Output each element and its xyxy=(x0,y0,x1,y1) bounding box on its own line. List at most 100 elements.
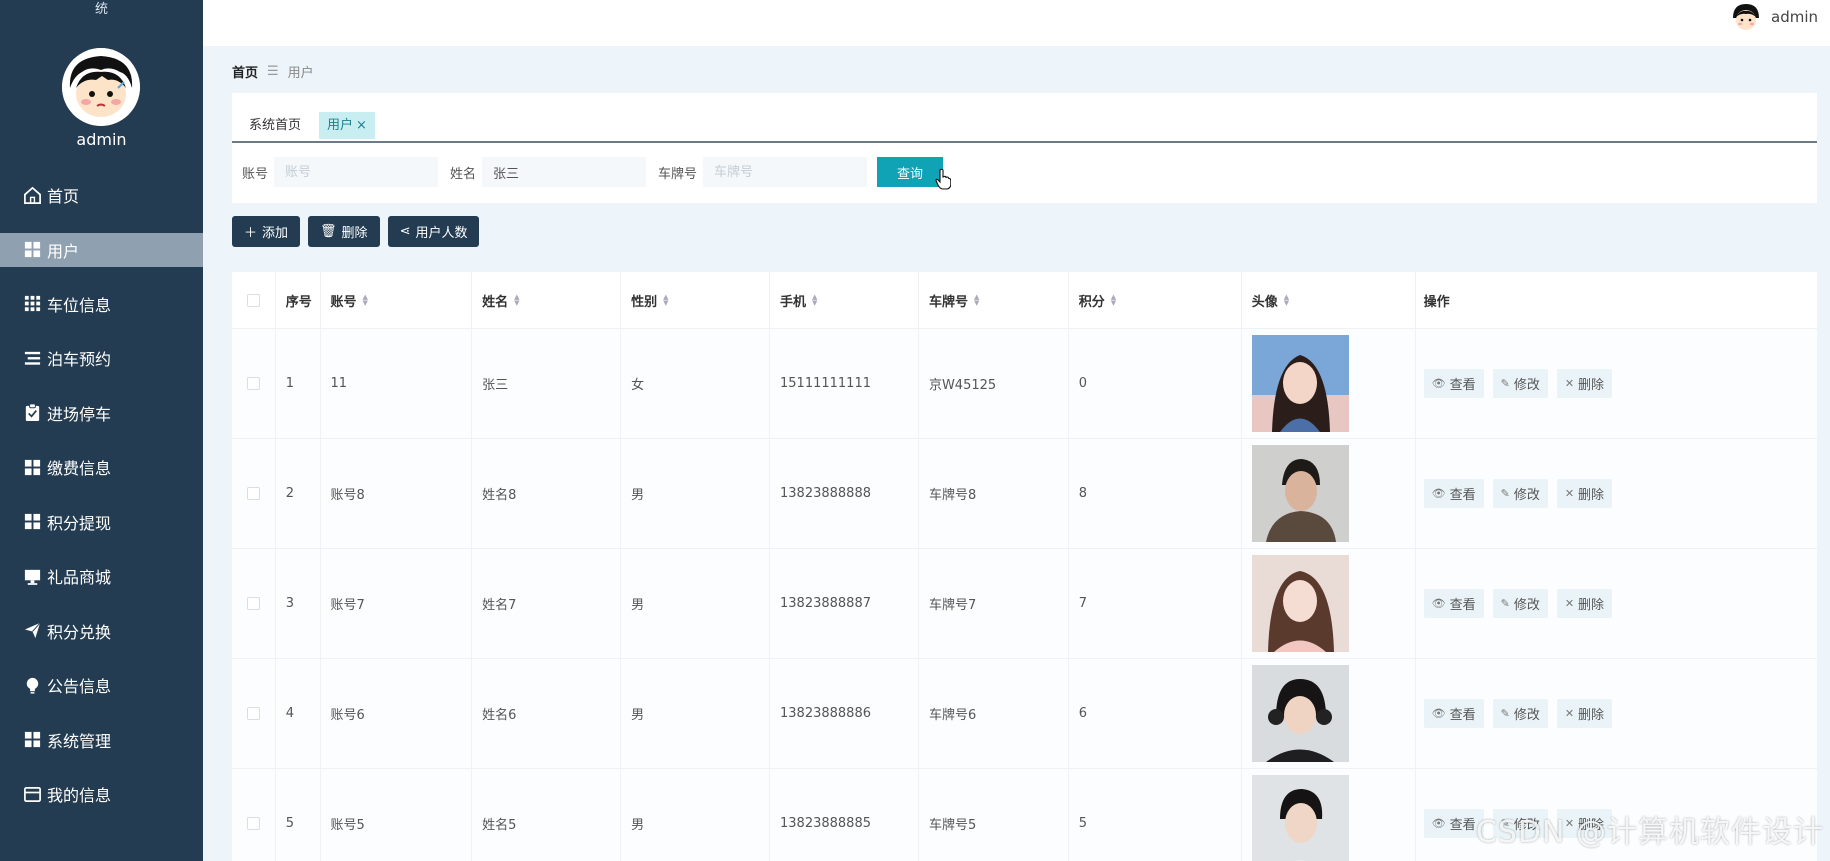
cell-name: 姓名8 xyxy=(472,439,622,548)
sort-icon[interactable]: ▲ ▼ xyxy=(1284,294,1289,307)
breadcrumb: 首页 ☰ 用户 xyxy=(232,62,314,81)
view-button[interactable]: 👁 查看 xyxy=(1423,589,1484,618)
header-account[interactable]: 账号 xyxy=(331,291,357,310)
edit-icon: ✎ xyxy=(1500,377,1510,390)
eye-icon: 👁 xyxy=(1431,707,1446,720)
monitor-icon xyxy=(22,566,42,586)
edit-button[interactable]: ✎ 修改 xyxy=(1492,699,1548,728)
edit-button[interactable]: ✎ 修改 xyxy=(1492,369,1548,398)
edit-label: 修改 xyxy=(1513,708,1540,723)
breadcrumb-current: 用户 xyxy=(287,66,314,81)
cell-index: 4 xyxy=(276,659,321,768)
sort-icon[interactable]: ▲ ▼ xyxy=(514,294,519,307)
sidebar-item-reservations[interactable]: 泊车预约 xyxy=(0,331,203,386)
cell-index: 2 xyxy=(276,439,321,548)
table-row: 1 11 张三 女 15111111111 京W45125 0 👁 查看 ✎ 修改 … xyxy=(232,329,1817,439)
edit-button[interactable]: ✎ 修改 xyxy=(1492,589,1548,618)
cell-name: 姓名6 xyxy=(472,659,622,768)
view-button[interactable]: 👁 查看 xyxy=(1423,809,1484,838)
sidebar-item-entry-parking[interactable]: 进场停车 xyxy=(0,386,203,441)
sidebar-item-parking-spaces[interactable]: 车位信息 xyxy=(0,277,203,332)
tab-users[interactable]: 用户 × xyxy=(319,112,375,139)
header-plate[interactable]: 车牌号 xyxy=(929,291,968,310)
cell-phone: 13823888887 xyxy=(770,549,919,658)
view-button[interactable]: 👁 查看 xyxy=(1423,699,1484,728)
close-icon: ✕ xyxy=(1564,377,1575,390)
sidebar-item-label: 泊车预约 xyxy=(47,350,112,370)
tab-system-home[interactable]: 系统首页 xyxy=(241,112,309,139)
name-label: 姓名 xyxy=(450,166,477,182)
sidebar-item-gift-shop[interactable]: 礼品商城 xyxy=(0,549,203,604)
user-photo[interactable] xyxy=(1251,335,1349,432)
user-photo[interactable] xyxy=(1251,555,1349,652)
delete-label: 删除 xyxy=(1578,488,1605,503)
tab-bar: 系统首页 用户 × xyxy=(232,93,1817,143)
sort-icon[interactable]: ▲ ▼ xyxy=(663,294,668,307)
view-label: 查看 xyxy=(1449,818,1476,833)
select-all-checkbox[interactable] xyxy=(246,293,260,307)
hand-cursor-icon xyxy=(935,168,952,190)
user-count-button[interactable]: ⋖ 用户人数 xyxy=(387,216,480,247)
sidebar-item-home[interactable]: 首页 xyxy=(0,168,203,223)
user-menu[interactable]: admin xyxy=(1731,2,1818,32)
plate-input[interactable] xyxy=(703,157,868,187)
row-checkbox[interactable] xyxy=(246,487,260,500)
sort-icon[interactable]: ▲ ▼ xyxy=(812,294,817,307)
user-photo[interactable] xyxy=(1251,445,1349,542)
add-button[interactable]: ＋ 添加 xyxy=(232,216,301,247)
table-row: 4 账号6 姓名6 男 13823888886 车牌号6 6 👁 查看 ✎ 修改 ✕… xyxy=(232,659,1817,769)
sidebar-item-users[interactable]: 用户 xyxy=(0,232,203,267)
table-row: 3 账号7 姓名7 男 13823888887 车牌号7 7 👁 查看 ✎ 修改 ✕… xyxy=(232,549,1817,659)
search-button[interactable]: 查询 xyxy=(877,157,944,187)
edit-button[interactable]: ✎ 修改 xyxy=(1492,479,1548,508)
cell-phone: 13823888888 xyxy=(770,439,919,548)
account-input[interactable] xyxy=(274,157,439,187)
cell-account: 账号6 xyxy=(321,659,473,768)
row-checkbox[interactable] xyxy=(246,377,260,390)
breadcrumb-home[interactable]: 首页 xyxy=(232,62,258,81)
view-button[interactable]: 👁 查看 xyxy=(1423,369,1484,398)
batch-delete-button[interactable]: 🗑 删除 xyxy=(308,216,380,247)
row-checkbox[interactable] xyxy=(246,597,260,610)
header-gender[interactable]: 性别 xyxy=(631,291,657,310)
delete-button[interactable]: ✕ 删除 xyxy=(1556,699,1613,728)
sidebar-item-points-withdraw[interactable]: 积分提现 xyxy=(0,495,203,550)
sort-icon[interactable]: ▲ ▼ xyxy=(363,294,368,307)
sidebar-menu: 首页 用户 车位信息 泊车预约 进场停车 缴费信息 积分提现 礼品商城 积分兑换… xyxy=(0,168,203,822)
cell-gender: 男 xyxy=(621,549,771,658)
sidebar-item-notices[interactable]: 公告信息 xyxy=(0,658,203,713)
row-checkbox[interactable] xyxy=(246,707,260,720)
sidebar-item-payments[interactable]: 缴费信息 xyxy=(0,440,203,495)
cell-account: 账号7 xyxy=(321,549,473,658)
action-bar: ＋ 添加 🗑 删除 ⋖ 用户人数 xyxy=(232,216,487,247)
name-input[interactable] xyxy=(482,157,647,187)
sidebar-item-label: 缴费信息 xyxy=(47,459,112,479)
header-name[interactable]: 姓名 xyxy=(482,291,508,310)
user-photo[interactable] xyxy=(1251,665,1349,762)
delete-label: 删除 xyxy=(1578,378,1605,393)
avatar xyxy=(1731,2,1761,32)
row-checkbox[interactable] xyxy=(246,817,260,830)
grid-icon xyxy=(22,730,42,750)
user-photo[interactable] xyxy=(1251,775,1349,861)
header-phone[interactable]: 手机 xyxy=(780,291,806,310)
header-avatar[interactable]: 头像 xyxy=(1252,291,1278,310)
cell-points: 5 xyxy=(1069,769,1242,861)
sort-icon[interactable]: ▲ ▼ xyxy=(1111,294,1116,307)
sidebar-item-system-admin[interactable]: 系统管理 xyxy=(0,713,203,768)
sidebar-item-points-exchange[interactable]: 积分兑换 xyxy=(0,604,203,659)
header-index: 序号 xyxy=(285,294,312,310)
delete-button[interactable]: ✕ 删除 xyxy=(1556,589,1613,618)
view-button[interactable]: 👁 查看 xyxy=(1423,479,1484,508)
grid-icon xyxy=(22,457,42,477)
delete-button[interactable]: ✕ 删除 xyxy=(1556,479,1613,508)
card-icon xyxy=(22,784,42,804)
sidebar-username: admin xyxy=(76,130,127,149)
close-icon[interactable]: × xyxy=(356,118,367,133)
delete-button[interactable]: ✕ 删除 xyxy=(1556,369,1613,398)
sort-icon[interactable]: ▲ ▼ xyxy=(974,294,979,307)
sidebar: 统 admin 首页 用户 车位信息 泊车预约 进场停车 缴费信息 积分提现 礼… xyxy=(0,0,203,861)
bulb-icon xyxy=(22,675,42,695)
header-points[interactable]: 积分 xyxy=(1079,291,1105,310)
sidebar-item-my-info[interactable]: 我的信息 xyxy=(0,767,203,822)
